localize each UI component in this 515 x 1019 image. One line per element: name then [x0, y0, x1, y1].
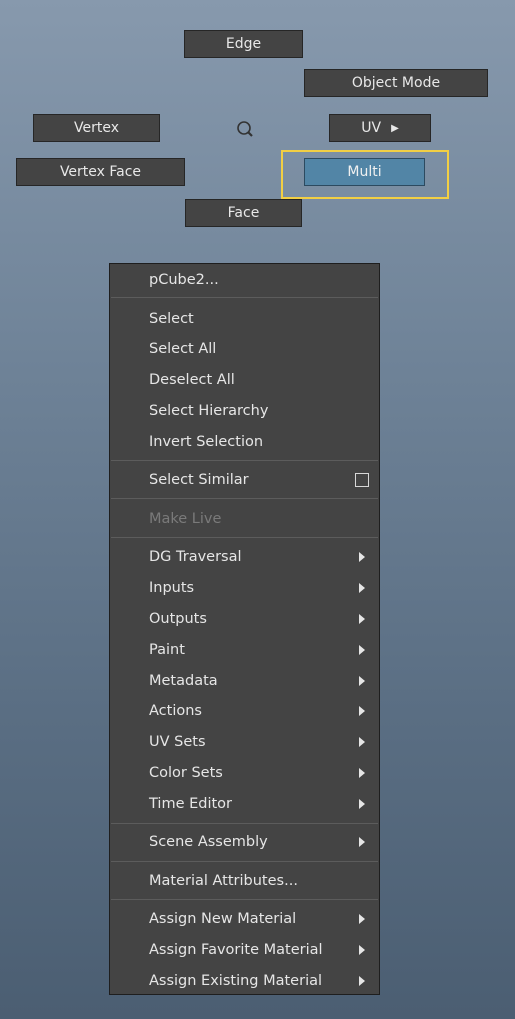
menu-item-label: Actions — [149, 703, 202, 719]
multi-button[interactable]: Multi — [304, 158, 425, 186]
face-button[interactable]: Face — [185, 199, 302, 227]
menu-item-label: Assign New Material — [149, 911, 297, 927]
menu-item-label: Make Live — [149, 511, 222, 527]
submenu-arrow-icon — [359, 945, 365, 955]
menu-item-label: Deselect All — [149, 372, 235, 388]
uv-button[interactable]: UV ▶ — [329, 114, 431, 142]
submenu-arrow-icon — [359, 645, 365, 655]
menu-item-material-attributes[interactable]: Material Attributes... — [110, 866, 379, 897]
menu-separator — [111, 297, 378, 298]
menu-item-select-similar[interactable]: Select Similar — [110, 465, 379, 496]
menu-item-label: Inputs — [149, 580, 195, 596]
menu-separator — [111, 823, 378, 824]
menu-item-label: DG Traversal — [149, 549, 242, 565]
menu-item-time-editor[interactable]: Time Editor — [110, 789, 379, 820]
menu-item-label: Assign Existing Material — [149, 973, 323, 989]
menu-item-dg-traversal[interactable]: DG Traversal — [110, 542, 379, 573]
menu-item-label: Outputs — [149, 611, 207, 627]
menu-item-outputs[interactable]: Outputs — [110, 604, 379, 635]
submenu-arrow-icon — [359, 837, 365, 847]
menu-item-label: Paint — [149, 642, 185, 658]
submenu-arrow-icon — [359, 737, 365, 747]
menu-item-select[interactable]: Select — [110, 304, 379, 335]
menu-separator — [111, 498, 378, 499]
menu-header-object[interactable]: pCube2... — [110, 264, 379, 295]
menu-item-inputs[interactable]: Inputs — [110, 573, 379, 604]
menu-item-paint[interactable]: Paint — [110, 635, 379, 666]
menu-item-label: Material Attributes... — [149, 873, 298, 889]
object-mode-button[interactable]: Object Mode — [304, 69, 488, 97]
context-menu: pCube2... Select Select All Deselect All Se… — [109, 263, 380, 995]
menu-item-label: Select All — [149, 341, 217, 357]
menu-separator — [111, 861, 378, 862]
menu-item-label: Select Hierarchy — [149, 403, 269, 419]
menu-item-label: Color Sets — [149, 765, 223, 781]
menu-item-label: Metadata — [149, 673, 218, 689]
menu-item-label: UV Sets — [149, 734, 206, 750]
option-box-icon[interactable] — [355, 473, 369, 487]
chevron-right-icon: ▶ — [391, 122, 399, 134]
submenu-arrow-icon — [359, 768, 365, 778]
menu-item-uv-sets[interactable]: UV Sets — [110, 727, 379, 758]
menu-item-scene-assembly[interactable]: Scene Assembly — [110, 827, 379, 858]
menu-item-select-hierarchy[interactable]: Select Hierarchy — [110, 396, 379, 427]
menu-item-label: Select — [149, 311, 194, 327]
menu-item-label: Invert Selection — [149, 434, 264, 450]
menu-item-actions[interactable]: Actions — [110, 696, 379, 727]
marking-menu-center-icon — [237, 121, 253, 137]
menu-separator — [111, 537, 378, 538]
uv-button-label: UV — [361, 120, 382, 136]
menu-item-label: Select Similar — [149, 472, 249, 488]
menu-item-select-all[interactable]: Select All — [110, 334, 379, 365]
menu-separator — [111, 899, 378, 900]
menu-item-invert-selection[interactable]: Invert Selection — [110, 427, 379, 458]
edge-button[interactable]: Edge — [184, 30, 303, 58]
menu-item-assign-favorite-material[interactable]: Assign Favorite Material — [110, 935, 379, 966]
submenu-arrow-icon — [359, 706, 365, 716]
menu-item-deselect-all[interactable]: Deselect All — [110, 365, 379, 396]
menu-item-label: Scene Assembly — [149, 834, 268, 850]
submenu-arrow-icon — [359, 914, 365, 924]
submenu-arrow-icon — [359, 552, 365, 562]
submenu-arrow-icon — [359, 976, 365, 986]
vertex-face-button[interactable]: Vertex Face — [16, 158, 185, 186]
menu-item-make-live: Make Live — [110, 504, 379, 535]
menu-separator — [111, 460, 378, 461]
menu-item-assign-existing-material[interactable]: Assign Existing Material — [110, 966, 379, 997]
submenu-arrow-icon — [359, 614, 365, 624]
submenu-arrow-icon — [359, 583, 365, 593]
menu-item-metadata[interactable]: Metadata — [110, 666, 379, 697]
submenu-arrow-icon — [359, 676, 365, 686]
vertex-button[interactable]: Vertex — [33, 114, 160, 142]
menu-item-color-sets[interactable]: Color Sets — [110, 758, 379, 789]
submenu-arrow-icon — [359, 799, 365, 809]
menu-item-label: Time Editor — [149, 796, 233, 812]
menu-item-label: Assign Favorite Material — [149, 942, 323, 958]
menu-item-assign-new-material[interactable]: Assign New Material — [110, 904, 379, 935]
